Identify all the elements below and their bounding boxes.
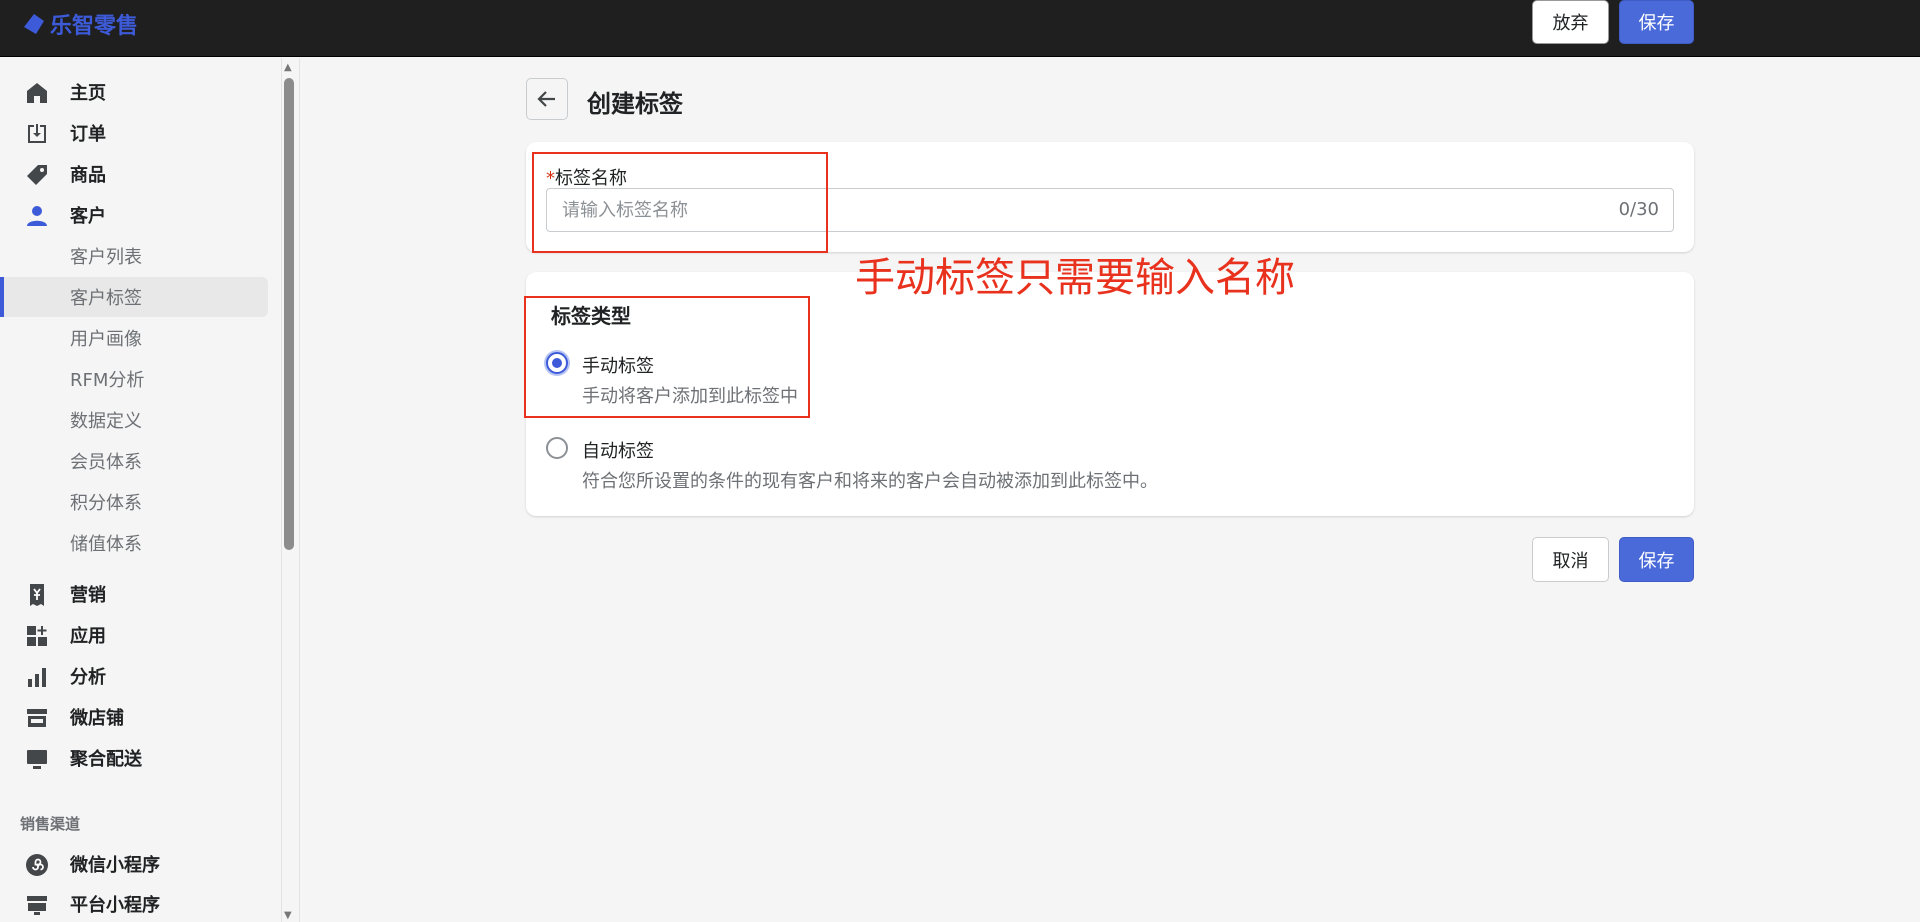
logo-icon: [24, 14, 44, 34]
receipt-yen-icon: [24, 582, 50, 608]
monitor-icon: [24, 746, 50, 772]
page-title: 创建标签: [587, 90, 683, 118]
discard-button[interactable]: 放弃: [1532, 0, 1609, 44]
sidebar-sub-points[interactable]: 积分体系: [0, 482, 268, 522]
sidebar-item-analytics[interactable]: 分析: [0, 656, 268, 696]
sidebar-sub-customer-tags[interactable]: 客户标签: [0, 277, 268, 317]
sidebar-item-apps[interactable]: 应用: [0, 615, 268, 655]
sidebar-sub-user-profile[interactable]: 用户画像: [0, 318, 268, 358]
top-save-button[interactable]: 保存: [1619, 0, 1694, 44]
sidebar-sub-rfm[interactable]: RFM分析: [0, 359, 268, 399]
top-bar: 乐智零售 放弃 保存: [0, 0, 1920, 57]
sidebar-sub-stored-value[interactable]: 储值体系: [0, 523, 268, 563]
sidebar-sub-data-definition[interactable]: 数据定义: [0, 400, 268, 440]
sidebar-item-wechat-mini-program[interactable]: 微信小程序: [0, 844, 268, 884]
apps-add-icon: [24, 623, 50, 649]
scroll-down-arrow-icon[interactable]: ▼: [284, 910, 292, 921]
sidebar-sub-membership[interactable]: 会员体系: [0, 441, 268, 481]
annotation-text: 手动标签只需要输入名称: [855, 255, 1295, 301]
sidebar-item-microstore[interactable]: 微店铺: [0, 697, 268, 737]
sidebar-item-home[interactable]: 主页: [0, 72, 268, 112]
sidebar-scrollbar-thumb[interactable]: [284, 78, 294, 550]
order-inbox-icon: [24, 121, 50, 147]
brand-name: 乐智零售: [50, 14, 139, 39]
back-button[interactable]: [526, 78, 568, 120]
sales-channel-section-label: 销售渠道: [20, 815, 81, 833]
sidebar: 主页 订单 商品 客户 客户列表 客户标签 用户画像 RFM分析 数据定义 会员…: [0, 58, 282, 922]
save-button[interactable]: 保存: [1619, 537, 1694, 582]
sidebar-item-marketing[interactable]: 营销: [0, 574, 268, 614]
home-icon: [24, 80, 50, 106]
bar-chart-icon: [24, 664, 50, 690]
sidebar-item-orders[interactable]: 订单: [0, 113, 268, 153]
annotation-box-name: [532, 152, 828, 253]
sidebar-item-customers[interactable]: 客户: [0, 195, 268, 235]
sidebar-item-products[interactable]: 商品: [0, 154, 268, 194]
arrow-left-icon: [537, 91, 555, 107]
person-icon: [24, 203, 50, 229]
sidebar-sub-customer-list[interactable]: 客户列表: [0, 236, 268, 276]
scroll-up-arrow-icon[interactable]: ▲: [284, 62, 292, 73]
sidebar-divider: [299, 58, 300, 922]
brand-logo[interactable]: 乐智零售: [22, 8, 138, 40]
annotation-box-type: [524, 296, 810, 418]
auto-tag-help: 符合您所设置的条件的现有客户和将来的客户会自动被添加到此标签中。: [582, 471, 1158, 492]
sidebar-item-platform-mini-program[interactable]: 平台小程序: [0, 884, 268, 922]
auto-tag-label[interactable]: 自动标签: [582, 437, 654, 463]
char-counter: 0/30: [1618, 199, 1659, 220]
cancel-button[interactable]: 取消: [1532, 537, 1609, 582]
auto-tag-radio[interactable]: [546, 437, 568, 459]
store-icon: [24, 705, 50, 731]
sidebar-item-delivery[interactable]: 聚合配送: [0, 738, 268, 778]
tag-icon: [24, 162, 50, 188]
mini-program-icon: [24, 852, 50, 878]
platform-icon: [24, 892, 50, 918]
